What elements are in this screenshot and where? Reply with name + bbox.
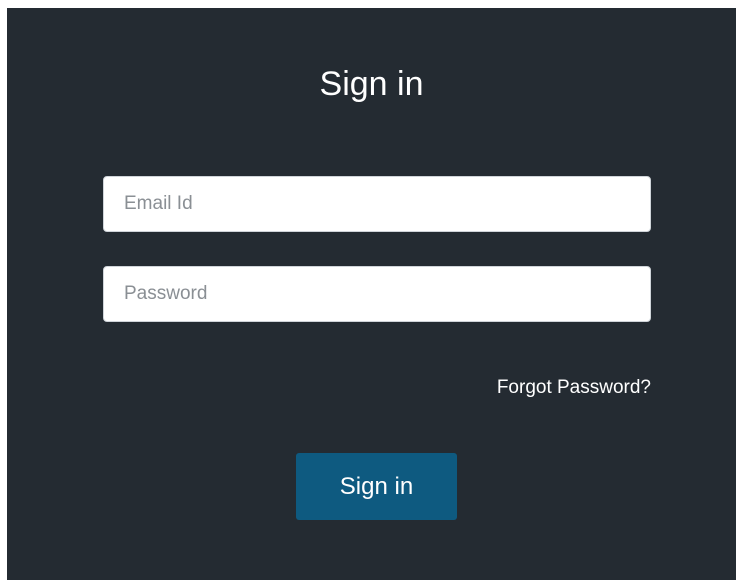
sign-in-panel: Sign in Forgot Password? Sign in: [7, 8, 736, 580]
page-title: Sign in: [319, 65, 424, 103]
forgot-password-link[interactable]: Forgot Password?: [497, 376, 651, 400]
password-field[interactable]: [103, 266, 651, 322]
email-field[interactable]: [103, 176, 651, 232]
sign-in-button[interactable]: Sign in: [296, 453, 457, 520]
